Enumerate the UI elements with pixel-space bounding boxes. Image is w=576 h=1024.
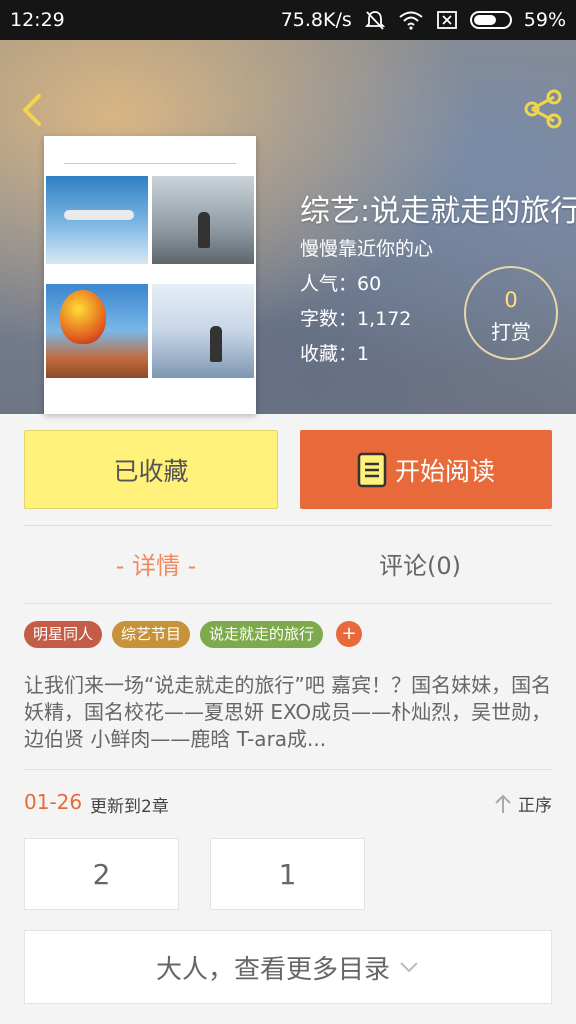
cover-photo-airplane [46,176,148,264]
cover-photo-station [152,176,254,264]
tip-count: 0 [504,288,518,312]
tab-comment[interactable]: 评论(0) [288,540,552,592]
update-status: 更新到2章 [90,797,169,817]
person-silhouette [198,212,210,248]
book-icon [357,452,387,487]
start-reading-label: 开始阅读 [394,456,495,486]
back-arrow-icon[interactable] [14,90,54,130]
cover-title-line [64,148,236,164]
divider [24,769,552,770]
chevron-down-icon [400,962,418,973]
chapter-item[interactable]: 2 [24,838,179,910]
book-cover [44,136,256,414]
tag-star-fanfic[interactable]: 明星同人 [24,621,103,648]
battery-percent: 59% [523,9,566,31]
favorite-button-label: 已收藏 [113,456,189,486]
share-icon[interactable] [520,86,566,132]
network-speed: 75.8K/s [280,9,352,31]
stat-word-count: 字数：1,172 [300,308,412,330]
sort-label: 正序 [518,796,552,816]
stat-favorites: 收藏：1 [300,343,370,365]
sim-off-icon [436,11,457,29]
chapter-item[interactable]: 1 [210,838,365,910]
cover-photo-balloon [46,284,148,378]
tag-variety-show[interactable]: 综艺节目 [112,621,191,648]
status-time: 12:29 [10,9,65,31]
battery-icon [469,11,512,29]
divider [24,603,552,604]
status-bar: 12:29 75.8K/s 59% [0,0,576,40]
add-tag-button[interactable]: + [336,621,362,647]
sort-toggle[interactable]: 正序 [494,791,552,816]
view-more-catalog-button[interactable]: 大人，查看更多目录 [24,930,552,1004]
arrow-up-icon [495,794,511,813]
mute-icon [364,11,385,30]
tip-button[interactable]: 0 打赏 [464,266,558,360]
wifi-icon [399,11,423,30]
update-date: 01-26 [24,790,83,814]
tab-detail[interactable]: - 详情 - [24,540,288,592]
start-reading-button[interactable]: 开始阅读 [300,430,552,509]
book-header: 综艺:说走就走的旅行 慢慢靠近你的心 人气：60 字数：1,172 收藏：1 0… [0,40,576,414]
stat-popularity: 人气：60 [300,273,382,295]
cover-photo-castle [152,284,254,378]
tip-label: 打赏 [491,320,531,344]
book-title: 综艺:说走就走的旅行 [300,194,576,229]
favorite-button[interactable]: 已收藏 [24,430,278,509]
book-description[interactable]: 让我们来一场“说走就走的旅行”吧 嘉宾！？国名妹妹，国名妖精，国名校花——夏思妍… [24,672,554,753]
tag-travel[interactable]: 说走就走的旅行 [200,621,324,648]
balloon-shape [60,290,106,344]
book-author[interactable]: 慢慢靠近你的心 [300,234,433,261]
view-more-label: 大人，查看更多目录 [155,954,390,985]
divider [24,525,552,526]
airplane-shape [64,210,134,220]
traveler-silhouette [210,326,222,362]
